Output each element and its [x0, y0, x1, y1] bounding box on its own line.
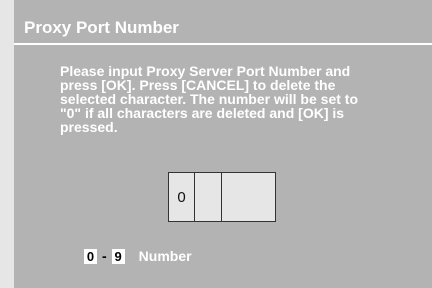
- title-divider: [14, 43, 432, 45]
- port-number-entry-field[interactable]: 0: [168, 172, 276, 222]
- key-range-separator: -: [102, 248, 107, 264]
- instruction-message: Please input Proxy Server Port Number an…: [60, 63, 358, 135]
- key-hint-description: Number: [138, 248, 192, 264]
- key-9-icon: 9: [111, 248, 125, 264]
- proxy-port-dialog: Proxy Port Number Please input Proxy Ser…: [14, 0, 432, 288]
- port-digit-cell[interactable]: [195, 173, 222, 221]
- port-digit-cell[interactable]: [222, 173, 275, 221]
- key-0-icon: 0: [84, 248, 97, 264]
- dialog-title: Proxy Port Number: [24, 18, 179, 37]
- key-hint: 0 - 9 Number: [84, 247, 192, 265]
- port-digit-cell[interactable]: 0: [169, 173, 195, 221]
